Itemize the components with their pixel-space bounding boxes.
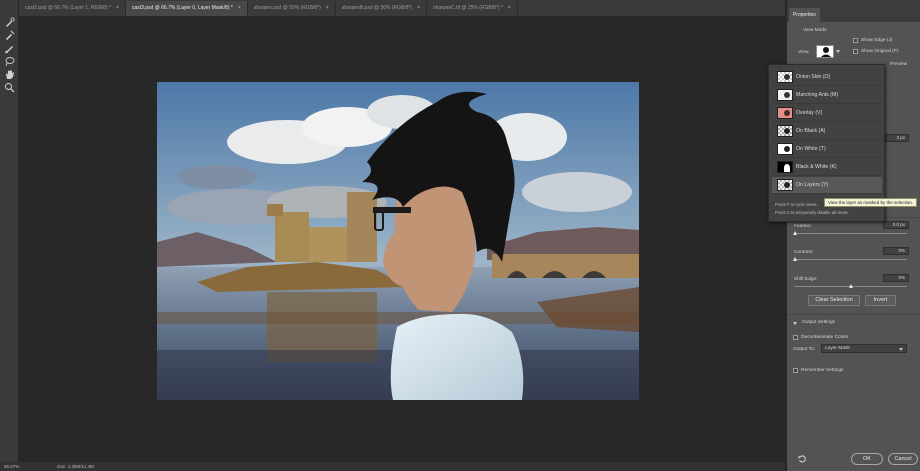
view-cycle-hint: Press F to cycle views. (775, 202, 818, 207)
menu-item-label: Marching Ants (M) (796, 92, 839, 98)
show-edge-checkbox[interactable] (853, 38, 858, 43)
feather-slider-handle[interactable] (793, 231, 797, 235)
output-to-label: Output To: (793, 347, 816, 352)
menu-item-onion-skin[interactable]: Onion Skin (O) (772, 69, 882, 86)
tab-cast2[interactable]: cast2.psd @ 66.7% (Layer 1, RGB/8) * × (19, 1, 126, 16)
feather-field[interactable]: 0.0 px (883, 221, 909, 229)
view-thumbnail-button[interactable] (816, 45, 834, 58)
chevron-down-icon[interactable] (836, 50, 840, 53)
menu-item-overlay[interactable]: Overlay (V) (772, 105, 882, 122)
shift-edge-slider-handle[interactable] (849, 284, 853, 288)
tooltip: View the layer as masked by the selectio… (824, 198, 917, 207)
brush-icon[interactable] (4, 43, 15, 54)
black-white-thumbnail (777, 161, 793, 173)
on-white-thumbnail (777, 143, 793, 155)
quick-selection-icon[interactable] (4, 17, 15, 28)
menu-item-label: On Layers (Y) (796, 182, 829, 188)
feather-slider[interactable] (794, 233, 907, 234)
chevron-down-icon[interactable] (793, 322, 797, 325)
menu-item-on-layers[interactable]: On Layers (Y) (772, 177, 882, 194)
tab-label: cast3.psd @ 66.7% (Layer 0, Layer Mask/8… (131, 5, 233, 11)
zoom-icon[interactable] (4, 82, 15, 93)
cancel-button[interactable]: Cancel (888, 453, 918, 465)
tab-sharpenc[interactable]: sharpenC.tif @ 25% (RGB/8*) * × (427, 1, 518, 16)
show-original-label: Show Original (P) (861, 49, 899, 54)
feather-label: Feather: (794, 224, 812, 229)
remember-settings-label: Remember Settings (801, 368, 844, 373)
menu-item-label: On White (T) (796, 146, 826, 152)
on-black-thumbnail (777, 125, 793, 137)
tab-label: sharpen.psd @ 50% (RGB/8*) (253, 5, 321, 11)
menu-item-on-black[interactable]: On Black (A) (772, 123, 882, 140)
contrast-slider-handle[interactable] (793, 257, 797, 261)
close-icon[interactable]: × (417, 1, 420, 16)
menu-item-marching-ants[interactable]: Marching Ants (M) (772, 87, 882, 104)
menu-item-label: Black & White (K) (796, 164, 837, 170)
document-tab-bar: cast2.psd @ 66.7% (Layer 1, RGB/8) * × ca… (19, 0, 785, 17)
shift-edge-field[interactable]: 0% (883, 274, 909, 282)
silhouette-icon (821, 47, 831, 57)
close-icon[interactable]: × (238, 1, 241, 16)
invert-button[interactable]: Invert (865, 295, 896, 306)
menu-item-label: On Black (A) (796, 128, 826, 134)
close-icon[interactable]: × (326, 1, 329, 16)
lasso-icon[interactable] (4, 56, 15, 67)
view-label: View: (798, 50, 810, 55)
output-to-select[interactable]: Layer Mask (821, 344, 907, 353)
on-layers-thumbnail (777, 179, 793, 191)
show-original-checkbox[interactable] (853, 49, 858, 54)
panel-tab-bar: Properties (787, 0, 920, 22)
refine-edge-brush-icon[interactable] (4, 30, 15, 41)
menu-item-on-white[interactable]: On White (T) (772, 141, 882, 158)
ok-button[interactable]: OK (851, 453, 883, 465)
contrast-field[interactable]: 0% (883, 247, 909, 255)
reset-icon[interactable] (798, 455, 806, 463)
tab-cast3[interactable]: cast3.psd @ 66.7% (Layer 0, Layer Mask/8… (125, 1, 248, 16)
decontaminate-checkbox[interactable] (793, 335, 798, 340)
clear-selection-button[interactable]: Clear Selection (808, 295, 860, 306)
tab-properties[interactable]: Properties (789, 8, 820, 22)
marching-ants-thumbnail (777, 89, 793, 101)
photo-scene (157, 82, 639, 400)
hand-icon[interactable] (4, 69, 15, 80)
remember-settings-checkbox[interactable] (793, 368, 798, 373)
tools-panel (0, 0, 19, 462)
overlay-thumbnail (777, 107, 793, 119)
tab-label: cast2.psd @ 66.7% (Layer 1, RGB/8) * (25, 5, 111, 11)
show-edge-label: Show Edge (J) (861, 38, 893, 43)
close-icon[interactable]: × (508, 1, 511, 16)
zoom-level[interactable]: 66.67% (4, 464, 19, 469)
output-to-value: Layer Mask (825, 346, 850, 351)
contrast-slider[interactable] (794, 259, 907, 260)
preview-label: Preview (890, 62, 908, 67)
close-icon[interactable]: × (116, 1, 119, 16)
menu-item-black-white[interactable]: Black & White (K) (772, 159, 882, 176)
tab-sharpenb[interactable]: sharpenB.psd @ 50% (RGB/8*) × (336, 1, 428, 16)
tab-sharpen[interactable]: sharpen.psd @ 50% (RGB/8*) × (248, 1, 336, 16)
menu-item-label: Onion Skin (O) (796, 74, 831, 80)
radius-field[interactable]: 3 px (885, 134, 909, 142)
view-mode-heading: View Mode (803, 28, 827, 33)
view-disable-hint: Press X to temporarily disable all views… (775, 210, 849, 215)
tab-label: sharpenC.tif @ 25% (RGB/8*) * (433, 5, 503, 11)
output-settings-heading: Output Settings (802, 320, 836, 325)
decontaminate-label: Decontaminate Colors (801, 335, 849, 340)
document-size: Doc: 4.28M/11.4M (57, 464, 94, 469)
divider (787, 314, 920, 315)
chevron-down-icon (899, 348, 903, 351)
tab-label: sharpenB.psd @ 50% (RGB/8*) (341, 5, 413, 11)
status-bar: 66.67% Doc: 4.28M/11.4M (0, 462, 785, 471)
menu-item-label: Overlay (V) (796, 110, 823, 116)
onion-skin-thumbnail (777, 71, 793, 83)
contrast-label: Contrast: (794, 250, 814, 255)
shift-edge-label: Shift Edge: (794, 277, 818, 282)
document-image[interactable] (157, 82, 639, 400)
